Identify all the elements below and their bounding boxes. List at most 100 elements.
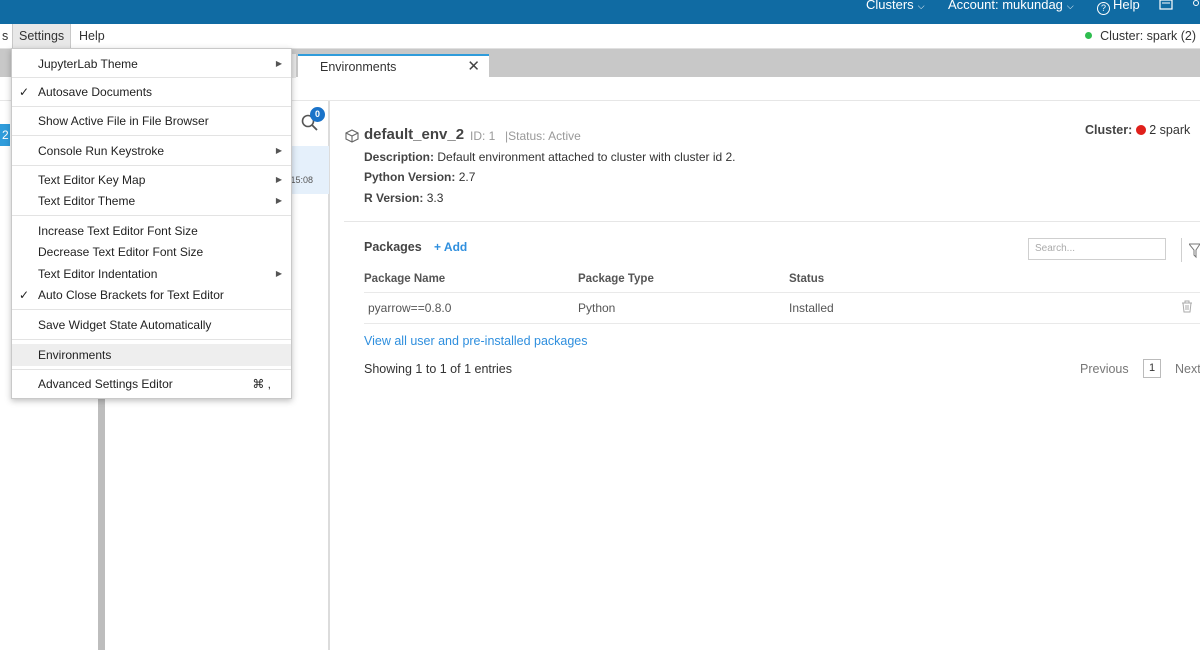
menu-separator (12, 309, 291, 310)
clusters-label: Clusters (866, 0, 914, 12)
trash-icon[interactable] (1181, 300, 1193, 313)
cluster-info: Cluster: 2 spark (1085, 123, 1190, 137)
user-icon[interactable] (1192, 0, 1200, 11)
cube-icon (345, 129, 359, 143)
menu-item-label: Environments (38, 348, 112, 362)
menu-separator (12, 339, 291, 340)
keyboard-shortcut: ⌘ , (252, 377, 271, 391)
r-version-row: R Version: 3.3 (364, 191, 443, 205)
description-label: Description: (364, 150, 435, 164)
top-bar: Clusters ⌵ Account: mukundag ⌵ ? Help (0, 0, 1200, 24)
submenu-arrow-icon: ▶ (275, 175, 282, 184)
menu-item-label: Autosave Documents (38, 85, 153, 99)
divider (344, 221, 1200, 222)
divider (364, 323, 1200, 324)
menu-item-advanced-settings-editor[interactable]: Advanced Settings Editor ⌘ , (12, 373, 291, 395)
menu-item-increase-font-size[interactable]: Increase Text Editor Font Size (12, 220, 291, 242)
menu-item-decrease-font-size[interactable]: Decrease Text Editor Font Size (12, 241, 291, 263)
menu-help[interactable]: Help (73, 24, 111, 49)
column-header-status[interactable]: Status (789, 273, 824, 285)
count-badge: 0 (310, 107, 325, 122)
cluster-status-dot (1136, 125, 1147, 135)
cluster-label: Cluster: (1085, 123, 1133, 137)
next-page-button[interactable]: Next (1175, 362, 1200, 376)
cluster-status-label: Cluster: spark (2) (1100, 29, 1196, 43)
submenu-arrow-icon: ▶ (275, 269, 282, 278)
package-search-input[interactable]: Search... (1028, 238, 1166, 260)
python-version-label: Python Version: (364, 170, 456, 184)
sidebar-selected-item[interactable]: 2 (0, 124, 10, 146)
divider (364, 292, 1200, 293)
submenu-arrow-icon: ▶ (275, 59, 282, 68)
status-dot (1085, 32, 1093, 39)
menu-separator (12, 165, 291, 166)
menu-item-label: Text Editor Indentation (38, 267, 158, 281)
view-all-packages-link[interactable]: View all user and pre-installed packages (364, 334, 588, 348)
main-divider (329, 101, 330, 650)
menu-item-text-editor-indentation[interactable]: Text Editor Indentation ▶ (12, 263, 291, 285)
menu-item-show-active-file[interactable]: Show Active File in File Browser (12, 110, 291, 132)
tab-label: Environments (320, 60, 397, 74)
menu-separator (12, 106, 291, 107)
filter-icon[interactable] (1189, 241, 1200, 259)
entries-info: Showing 1 to 1 of 1 entries (364, 362, 513, 376)
environment-status: |Status: Active (505, 129, 581, 143)
menu-item-jupyterlab-theme[interactable]: JupyterLab Theme ▶ (12, 53, 291, 75)
settings-dropdown-menu: JupyterLab Theme ▶ ✓ Autosave Documents Sh… (11, 48, 292, 399)
menu-item-label: Show Active File in File Browser (38, 114, 209, 128)
menu-item-label: Text Editor Key Map (38, 173, 146, 187)
menu-item-environments[interactable]: Environments (12, 344, 291, 366)
previous-page-button[interactable]: Previous (1080, 362, 1129, 376)
close-icon[interactable]: ✕ (467, 56, 480, 78)
notes-icon[interactable] (1159, 0, 1173, 11)
description-row: Description: Default environment attache… (364, 150, 736, 164)
python-version-row: Python Version: 2.7 (364, 170, 475, 184)
cluster-status[interactable]: Cluster: spark (2) (1085, 24, 1196, 49)
menu-item-save-widget-state[interactable]: Save Widget State Automatically (12, 314, 291, 336)
menu-item-label: Auto Close Brackets for Text Editor (38, 288, 224, 302)
menu-separator (12, 369, 291, 370)
current-page-button[interactable]: 1 (1143, 359, 1161, 378)
menu-item-label: Text Editor Theme (38, 194, 136, 208)
account-label: Account: mukundag (948, 0, 1063, 12)
menu-separator (12, 135, 291, 136)
menu-settings[interactable]: Settings (12, 24, 72, 49)
help-label: Help (1113, 0, 1140, 12)
cluster-value[interactable]: 2 spark (1149, 123, 1190, 137)
description-value: Default environment attached to cluster … (437, 150, 736, 164)
menu-item-auto-close-brackets[interactable]: ✓ Auto Close Brackets for Text Editor (12, 284, 291, 306)
menu-separator (12, 215, 291, 216)
account-menu[interactable]: Account: mukundag ⌵ (948, 0, 1074, 11)
menu-item-label: Advanced Settings Editor (38, 377, 173, 391)
menu-item-label: Increase Text Editor Font Size (38, 224, 198, 238)
python-version-value: 2.7 (458, 170, 476, 184)
menu-separator (12, 77, 291, 78)
environment-name: default_env_2 (364, 126, 465, 143)
submenu-arrow-icon: ▶ (275, 196, 282, 205)
menu-item-autosave-documents[interactable]: ✓ Autosave Documents (12, 81, 291, 103)
chevron-down-icon: ⌵ (1066, 1, 1074, 11)
menu-item-text-editor-key-map[interactable]: Text Editor Key Map ▶ (12, 169, 291, 191)
column-header-type[interactable]: Package Type (578, 273, 654, 285)
tab-environments[interactable]: Environments ✕ (298, 54, 489, 78)
menu-item-label: Save Widget State Automatically (38, 318, 212, 332)
environment-id: ID: 1 (470, 129, 496, 143)
submenu-arrow-icon: ▶ (275, 146, 282, 155)
clusters-menu[interactable]: Clusters ⌵ (866, 0, 925, 11)
column-header-name[interactable]: Package Name (364, 273, 445, 285)
menu-bar: s Settings Help Cluster: spark (2) (0, 24, 1200, 49)
menu-item-label: Decrease Text Editor Font Size (38, 245, 204, 259)
checkmark-icon: ✓ (19, 288, 30, 302)
menu-item-console-run-keystroke[interactable]: Console Run Keystroke ▶ (12, 140, 291, 162)
menu-item-text-editor-theme[interactable]: Text Editor Theme ▶ (12, 190, 291, 212)
divider (1181, 238, 1182, 262)
help-link[interactable]: ? Help (1097, 0, 1140, 15)
add-package-button[interactable]: + Add (434, 240, 467, 254)
menu-item-label: Console Run Keystroke (38, 144, 165, 158)
chevron-down-icon: ⌵ (917, 1, 925, 11)
packages-title: Packages (364, 240, 422, 254)
table-cell-name: pyarrow==0.8.0 (368, 301, 452, 315)
table-cell-status: Installed (789, 301, 834, 315)
help-circle-icon: ? (1097, 2, 1110, 15)
r-version-value: 3.3 (426, 191, 444, 205)
